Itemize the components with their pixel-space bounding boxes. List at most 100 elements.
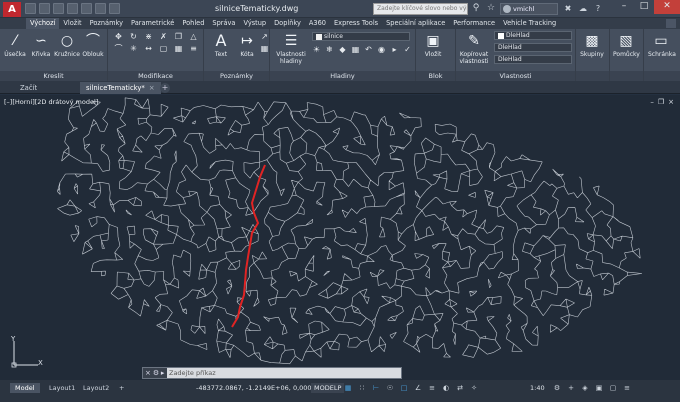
ribbon-minimize-button[interactable] [666,19,676,28]
copy-icon[interactable]: ❐ [174,32,183,41]
linetype-dropdown[interactable]: DleHlad [494,43,572,52]
help-icon[interactable]: ? [592,3,604,15]
otrack-icon[interactable]: ∠ [413,383,423,393]
isolate-icon[interactable]: ◈ [580,383,590,393]
maximize-button[interactable]: □ [634,0,654,14]
polyline-button[interactable]: ∽ Křivka [28,31,54,67]
layout-tab-layout2[interactable]: Layout2 [78,383,114,393]
hardware-accel-icon[interactable]: ▣ [594,383,604,393]
layer-match-icon[interactable]: ▦ [351,45,360,54]
panel-title-clipboard[interactable] [644,71,680,81]
viewport-close-icon[interactable]: × [668,98,674,106]
customize-icon[interactable]: ≡ [622,383,632,393]
layer-walk-icon[interactable]: ▸ [390,45,399,54]
fillet-icon[interactable]: ⌒ [114,44,123,53]
layer-isolate-icon[interactable]: ◉ [377,45,386,54]
ribbon-tab-6[interactable]: Výstup [239,18,270,29]
lineweight-dropdown[interactable]: DleHlad [494,55,572,64]
plus-icon[interactable]: + [566,383,576,393]
insert-block-button[interactable]: ▣ Vložit [420,31,446,67]
transparency-icon[interactable]: ◐ [441,383,451,393]
user-account[interactable]: vmichl [500,3,558,15]
lineweight-icon[interactable]: ≡ [427,383,437,393]
panel-title-annotation[interactable]: Poznámky [204,71,269,81]
panel-title-block[interactable]: Blok [416,71,455,81]
undo-icon[interactable] [95,3,106,14]
ribbon-tab-0[interactable]: Výchozí [26,18,60,29]
close-tab-icon[interactable]: × [149,84,155,92]
move-icon[interactable]: ✥ [114,32,123,41]
panel-title-utilities[interactable] [610,71,643,81]
ribbon-tab-1[interactable]: Vložit [59,18,85,29]
ribbon-tab-9[interactable]: Express Tools [330,18,382,29]
panel-title-layers[interactable]: Hladiny [270,71,415,81]
layer-properties-button[interactable]: ☰ Vlastnosti hladiny [274,31,308,67]
annotation-scale[interactable]: 1:40 [530,384,545,392]
ribbon-tab-5[interactable]: Správa [208,18,239,29]
plot-icon[interactable] [81,3,92,14]
clipboard-button[interactable]: ▭ Schránka [648,31,676,67]
save-as-icon[interactable] [67,3,78,14]
open-file-icon[interactable] [39,3,50,14]
ribbon-tab-8[interactable]: A360 [305,18,330,29]
search-input[interactable]: Zadejte klíčové slovo nebo výraz [373,3,468,15]
favorites-icon[interactable]: ☆ [485,3,497,15]
layer-prev-icon[interactable]: ↶ [364,45,373,54]
cmd-close-icon[interactable]: × [145,369,151,377]
ribbon-tab-10[interactable]: Speciální aplikace [382,18,449,29]
layer-dropdown[interactable]: silnice [312,32,410,41]
application-menu-button[interactable]: A [3,2,21,17]
clean-screen-icon[interactable]: ▢ [608,383,618,393]
viewport-restore-icon[interactable]: ❐ [658,98,664,106]
table-icon[interactable]: ▦ [260,44,269,53]
panel-title-groups[interactable] [576,71,609,81]
offset-icon[interactable]: ≡ [189,44,198,53]
save-icon[interactable] [53,3,64,14]
layer-on-icon[interactable]: ☀ [312,45,321,54]
dimension-button[interactable]: ↦ Kóta [234,31,260,67]
layer-freeze-icon[interactable]: ❄ [325,45,334,54]
search-icon[interactable]: ⚲ [470,3,482,15]
file-tab-drawing[interactable]: silniceTematicky* × [80,82,161,94]
scale-icon[interactable]: ▢ [159,44,168,53]
text-button[interactable]: A Text [208,31,234,67]
panel-title-properties[interactable]: Vlastnosti [456,71,575,81]
cursor-coordinates[interactable]: -483772.0867, -1.2149E+06, 0,0000 [196,384,316,392]
snap-icon[interactable]: ∷ [357,383,367,393]
viewport-minimize-icon[interactable]: – [650,98,654,106]
ribbon-tab-3[interactable]: Parametrické [127,18,178,29]
viewport-controls-label[interactable]: [–][Horní][2D drátový model] [4,98,98,106]
exchange-icon[interactable]: ✖ [562,3,574,15]
cmd-run-icon[interactable]: ▸ [161,369,165,377]
array-icon[interactable]: ▦ [174,44,183,53]
ribbon-tab-11[interactable]: Performance [449,18,499,29]
color-dropdown[interactable]: DleHlad [494,31,572,40]
new-file-icon[interactable] [25,3,36,14]
ribbon-tab-2[interactable]: Poznámky [86,18,127,29]
osnap-icon[interactable]: □ [399,383,409,393]
ribbon-tab-4[interactable]: Pohled [178,18,208,29]
ortho-icon[interactable]: ⊢ [371,383,381,393]
new-tab-button[interactable]: + [160,83,170,93]
drawing-viewport[interactable]: [–][Horní][2D drátový model] – ❐ × Y X ×… [0,95,680,380]
ribbon-tab-12[interactable]: Vehicle Tracking [499,18,560,29]
add-layout-button[interactable]: + [114,383,129,393]
polar-icon[interactable]: ☉ [385,383,395,393]
match-properties-button[interactable]: ✎ Kopírovat vlastnosti [458,31,490,67]
trim-icon[interactable]: ⋇ [144,32,153,41]
annotation-visibility-icon[interactable]: ✧ [469,383,479,393]
layer-lock-icon[interactable]: ◆ [338,45,347,54]
panel-title-draw[interactable]: Kreslit [0,71,107,81]
circle-button[interactable]: ○ Kružnice [54,31,80,67]
ribbon-tab-7[interactable]: Doplňky [270,18,305,29]
groups-button[interactable]: ▩ Skupiny [579,31,605,67]
utilities-button[interactable]: ▧ Pomůcky [613,31,640,67]
panel-title-modify[interactable]: Modifikace [108,71,203,81]
close-button[interactable]: ✕ [654,0,680,14]
redo-icon[interactable] [109,3,120,14]
a360-icon[interactable]: ☁ [577,3,589,15]
mirror-icon[interactable]: △ [189,32,198,41]
selection-cycling-icon[interactable]: ⇄ [455,383,465,393]
command-line[interactable]: × ⚙ ▸ Zadejte příkaz [142,367,402,379]
layout-tab-layout1[interactable]: Layout1 [44,383,80,393]
